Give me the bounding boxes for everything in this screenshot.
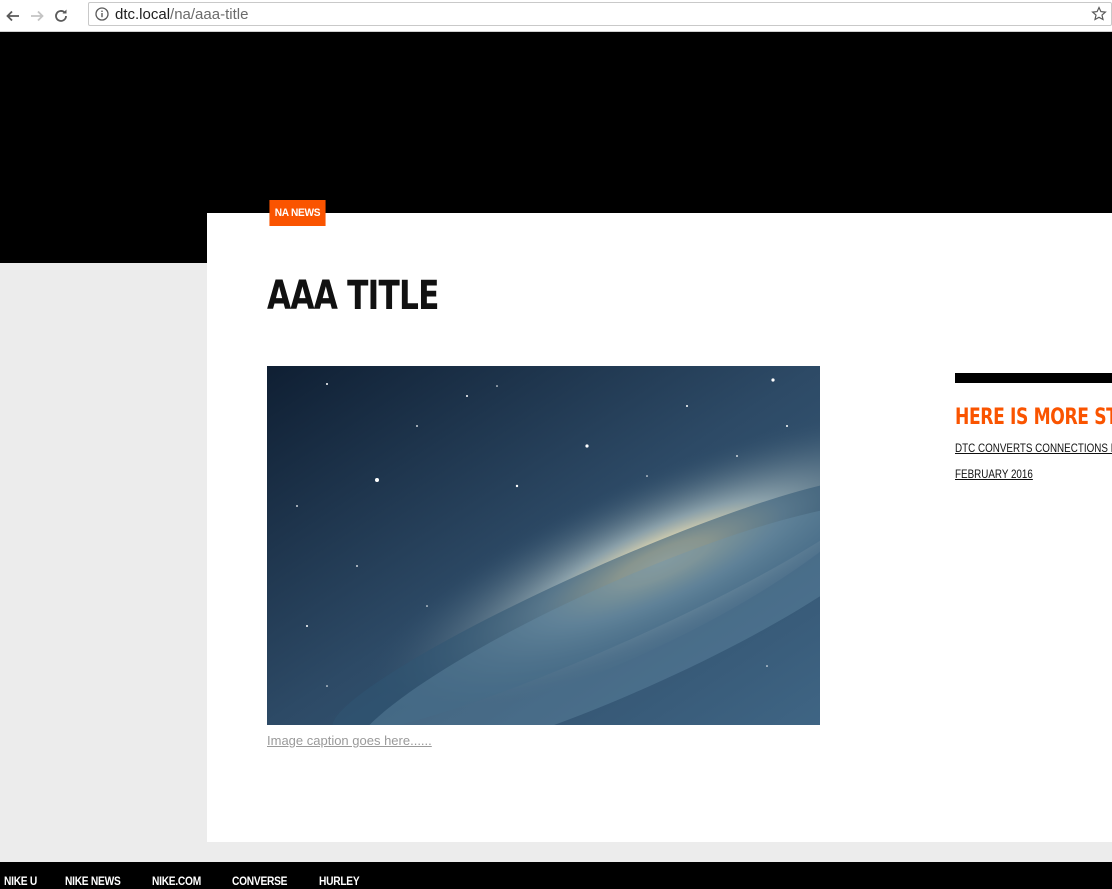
sidebar-article-date[interactable]: FEBRUARY 2016 bbox=[955, 467, 1033, 481]
sidebar-heading: HERE IS MORE STUF bbox=[955, 405, 1112, 430]
address-bar[interactable]: dtc.local/na/aaa-title bbox=[88, 2, 1112, 26]
category-badge[interactable]: NA NEWS bbox=[269, 200, 326, 226]
forward-button[interactable] bbox=[26, 5, 48, 27]
left-gutter bbox=[0, 263, 207, 862]
footer-link-nike-news[interactable]: NIKE NEWS bbox=[65, 874, 121, 888]
back-arrow-icon bbox=[6, 10, 19, 21]
bookmark-star-icon[interactable] bbox=[1091, 6, 1107, 22]
forward-arrow-icon bbox=[31, 10, 44, 21]
galaxy-image bbox=[267, 366, 820, 725]
image-caption[interactable]: Image caption goes here...... bbox=[267, 733, 432, 748]
page-title: AAA TITLE bbox=[267, 273, 439, 319]
footer-link-nike-com[interactable]: NIKE.COM bbox=[152, 874, 201, 888]
reload-button[interactable] bbox=[50, 5, 72, 27]
article-image bbox=[267, 366, 820, 725]
article-panel: AAA TITLE Image caption goes here...... … bbox=[207, 213, 1112, 842]
footer-nav: NIKE U NIKE NEWS NIKE.COM CONVERSE HURLE… bbox=[0, 862, 1112, 889]
back-button[interactable] bbox=[2, 5, 24, 27]
sidebar-article-link[interactable]: DTC CONVERTS CONNECTIONS INTO bbox=[955, 441, 1112, 455]
url-text: dtc.local/na/aaa-title bbox=[115, 6, 248, 23]
url-host: dtc.local bbox=[115, 5, 171, 23]
footer-link-hurley[interactable]: HURLEY bbox=[319, 874, 360, 888]
footer-link-converse[interactable]: CONVERSE bbox=[232, 874, 287, 888]
footer-link-nike-u[interactable]: NIKE U bbox=[4, 874, 37, 888]
info-icon[interactable] bbox=[95, 7, 109, 21]
sidebar-divider bbox=[955, 373, 1112, 383]
reload-icon bbox=[55, 9, 67, 22]
browser-toolbar: dtc.local/na/aaa-title bbox=[0, 0, 1112, 32]
url-path: /na/aaa-title bbox=[170, 5, 249, 23]
